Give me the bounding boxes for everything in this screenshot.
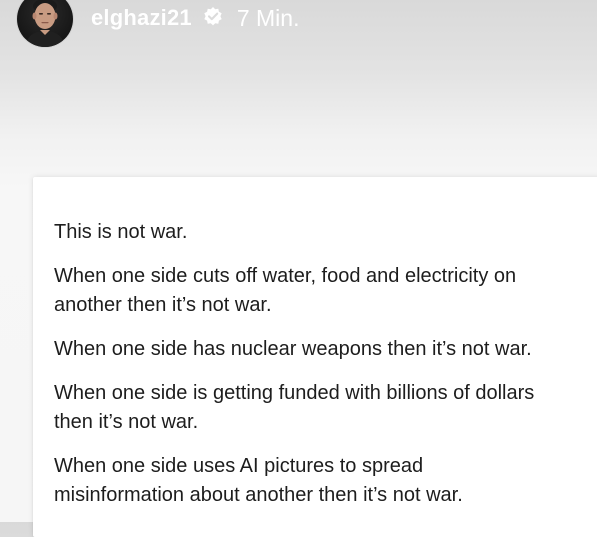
post-paragraph: This is not war. — [54, 221, 188, 243]
post-paragraph: When one side cuts off water, food and e… — [54, 265, 517, 316]
post-paragraph: When one side has nuclear weapons then i… — [54, 338, 532, 360]
post-card: This is not war. When one side cuts off … — [33, 177, 597, 537]
username[interactable]: elghazi21 — [91, 5, 192, 31]
post-paragraph: When one side uses AI pictures to spread… — [54, 455, 463, 506]
post-text: This is not war. When one side cuts off … — [54, 218, 584, 525]
avatar[interactable] — [17, 0, 73, 47]
avatar-image — [17, 0, 73, 47]
verified-badge-icon — [202, 6, 224, 28]
story-header: elghazi21 7 Min. — [17, 0, 300, 47]
post-timestamp: 7 Min. — [236, 4, 300, 31]
post-paragraph: When one side is getting funded with bil… — [54, 382, 535, 433]
